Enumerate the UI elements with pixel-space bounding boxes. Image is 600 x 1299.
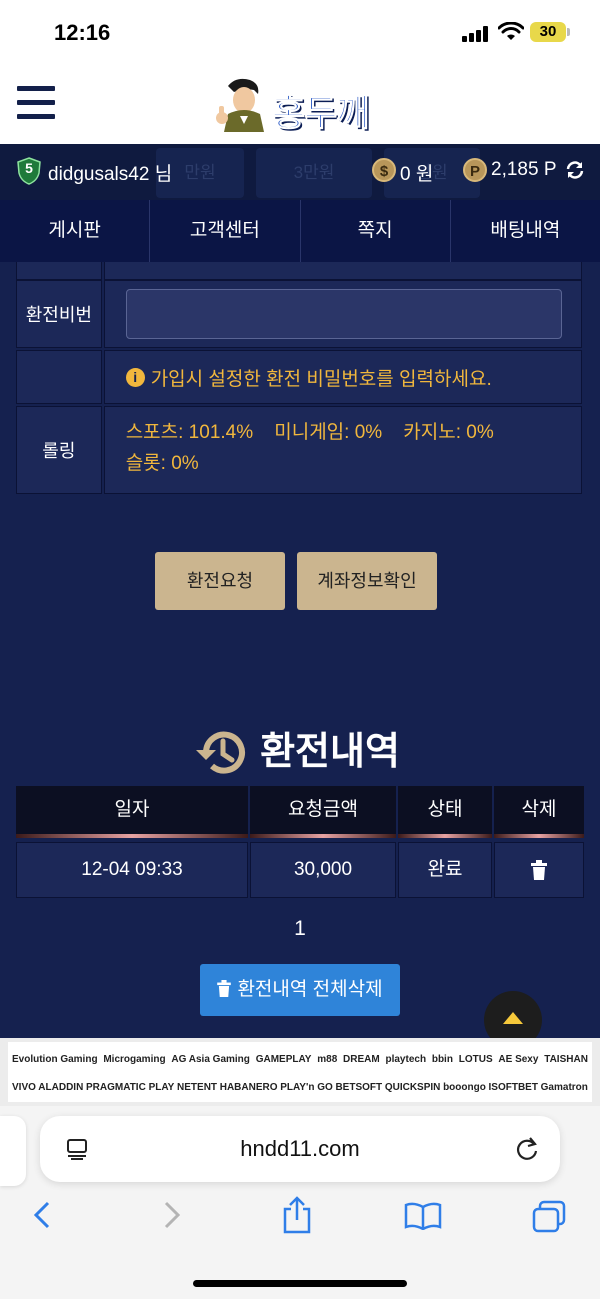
tab-betting-history[interactable]: 배팅내역 <box>451 200 600 262</box>
tab-board[interactable]: 게시판 <box>0 200 151 262</box>
withdraw-request-button[interactable]: 환전요청 <box>155 552 285 610</box>
signal-icon <box>462 26 492 42</box>
home-indicator <box>193 1280 407 1287</box>
site-logo[interactable]: 홍두깨 <box>214 76 386 134</box>
delete-all-history-button[interactable]: 환전내역 전체삭제 <box>200 964 400 1016</box>
battery-icon: 30 <box>530 22 566 42</box>
form-row-clipped <box>16 262 582 280</box>
form-row-hint: i 가입시 설정한 환전 비밀번호를 입력하세요. <box>16 350 582 404</box>
provider-logo: Microgaming <box>103 1053 166 1065</box>
money-coin-icon: $ <box>372 158 396 182</box>
provider-logo: booongo <box>443 1081 486 1093</box>
pagination-page[interactable]: 1 <box>0 917 600 941</box>
provider-logo: DREAM <box>343 1053 380 1065</box>
back-icon[interactable] <box>32 1200 52 1230</box>
browser-toolbar: hndd11.com <box>0 1106 600 1299</box>
provider-logo: LOTUS <box>458 1053 493 1065</box>
previous-tab-edge[interactable] <box>0 1116 26 1186</box>
provider-logo: Evolution Gaming <box>12 1053 98 1065</box>
rolling-slot: 슬롯: 0% <box>125 453 199 474</box>
point-coin-icon: P <box>463 158 487 182</box>
provider-logo: TAISHAN <box>544 1053 588 1065</box>
mascot-icon <box>216 78 264 132</box>
provider-logo: NETENT <box>177 1081 218 1093</box>
forward-icon[interactable] <box>162 1200 182 1230</box>
form-row-rolling: 롤링 스포츠: 101.4% 미니게임: 0% 카지노: 0% 슬롯: 0% <box>16 406 582 494</box>
provider-logo: PLAY'n GO <box>280 1081 333 1093</box>
provider-logo: Gamatron <box>540 1081 588 1093</box>
ghost-amount-button[interactable]: 3만원 <box>256 148 372 198</box>
provider-row-1: Evolution Gaming Microgaming AG Asia Gamin… <box>8 1046 592 1072</box>
account-info-button[interactable]: 계좌정보확인 <box>297 552 437 610</box>
provider-logo: ISOFTBET <box>488 1081 538 1093</box>
share-icon[interactable] <box>282 1196 312 1234</box>
point-balance: 2,185 P <box>491 159 557 180</box>
username: didgusals42 님 <box>48 164 173 185</box>
password-label: 환전비번 <box>16 280 102 348</box>
provider-logo: m88 <box>317 1053 338 1065</box>
withdraw-password-input[interactable] <box>125 289 562 339</box>
trash-icon[interactable] <box>531 860 547 880</box>
history-delete-cell <box>494 842 584 898</box>
tab-customer-center[interactable]: 고객센터 <box>150 200 301 262</box>
history-title: 환전내역 <box>260 731 400 773</box>
status-bar: 12:16 30 <box>0 0 600 62</box>
trash-icon <box>217 980 232 997</box>
provider-logo: HABANERO <box>219 1081 278 1093</box>
history-col-amount: 요청금액 <box>250 786 396 838</box>
battery-tip <box>567 28 570 36</box>
history-col-date: 일자 <box>16 786 248 838</box>
provider-logo: AG Asia Gaming <box>171 1053 250 1065</box>
status-time: 12:16 <box>54 20 111 45</box>
level-number: 5 <box>25 160 33 176</box>
history-amount-cell: 30,000 <box>250 842 396 898</box>
provider-row-2: VIVO ALADDIN PRAGMATIC PLAY NETENT HABANERO… <box>8 1074 592 1100</box>
history-status-cell: 완료 <box>398 842 492 898</box>
menu-icon[interactable] <box>17 86 55 120</box>
account-bar: 만원 3만원 만원 5 didgusals42 님 $ 0 원 P 2,185 … <box>0 144 600 200</box>
tabs-icon[interactable] <box>532 1200 568 1234</box>
provider-logo: QUICKSPIN <box>384 1081 441 1093</box>
tab-messages[interactable]: 쪽지 <box>301 200 451 262</box>
address-bar[interactable]: hndd11.com <box>40 1116 560 1182</box>
scroll-top-button[interactable] <box>484 991 542 1038</box>
history-col-delete: 삭제 <box>494 786 584 838</box>
provider-logo: AE Sexy <box>498 1053 539 1065</box>
provider-logo: BETSOFT <box>335 1081 383 1093</box>
main-content: 환전비번 i 가입시 설정한 환전 비밀번호를 입력하세요. 롤링 스포츠: 1… <box>0 262 600 1038</box>
form-row-password: 환전비번 <box>16 280 582 348</box>
logo-text: 홍두깨 <box>271 92 369 134</box>
password-hint: 가입시 설정한 환전 비밀번호를 입력하세요. <box>150 368 492 390</box>
provider-logo: GAMEPLAY <box>255 1053 312 1065</box>
refresh-icon[interactable] <box>565 160 585 180</box>
info-icon: i <box>125 367 145 387</box>
provider-strip: Evolution Gaming Microgaming AG Asia Gamin… <box>0 1038 600 1106</box>
reload-icon[interactable] <box>514 1136 540 1162</box>
history-date-cell: 12-04 09:33 <box>16 842 248 898</box>
url-text: hndd11.com <box>240 1136 360 1161</box>
money-balance: 0 원 <box>400 164 434 185</box>
tab-nav: 게시판 고객센터 쪽지 배팅내역 <box>0 200 600 262</box>
site-header: 홍두깨 <box>0 62 600 144</box>
provider-logo: playtech <box>385 1053 427 1065</box>
bookmarks-icon[interactable] <box>404 1202 442 1230</box>
rolling-rates: 스포츠: 101.4% 미니게임: 0% 카지노: 0% <box>125 422 494 443</box>
history-col-status: 상태 <box>398 786 492 838</box>
wifi-icon <box>498 22 524 40</box>
rolling-label: 롤링 <box>16 406 102 494</box>
provider-logo: PRAGMATIC PLAY <box>86 1081 175 1093</box>
provider-logo: bbin <box>431 1053 453 1065</box>
provider-logo: VIVO ALADDIN <box>12 1081 84 1093</box>
